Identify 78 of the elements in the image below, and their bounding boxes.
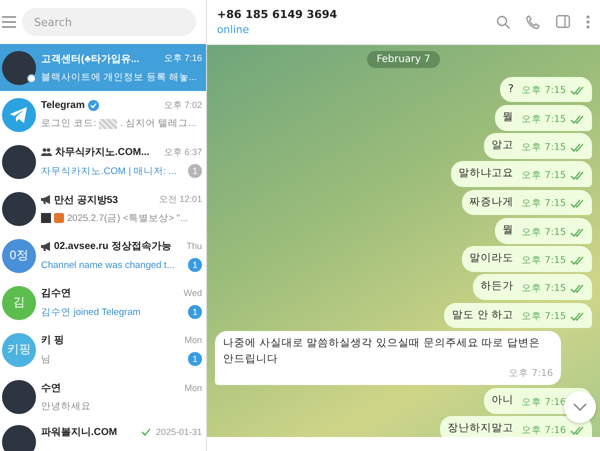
- chat-time: Thu: [186, 241, 202, 251]
- chat-time: 2025-01-31: [156, 427, 202, 437]
- message-text: 장난하지말고: [448, 421, 514, 436]
- chat-time: 오후 7:16: [164, 52, 202, 65]
- chat-title: 고객센터(♣타가입유...: [41, 52, 140, 66]
- chat-time: Mon: [184, 335, 202, 345]
- message-time: 오후 7:15: [522, 254, 566, 267]
- message-text: 뭘: [502, 222, 514, 238]
- chat-status: online: [217, 24, 250, 36]
- message-text: 하든가: [480, 279, 514, 294]
- search-field[interactable]: Search: [22, 8, 196, 36]
- chat-title: 키 핑: [41, 334, 64, 347]
- gift-icon: [54, 213, 64, 223]
- phone-icon[interactable]: [526, 15, 540, 29]
- message-text: 뭘: [502, 110, 514, 125]
- chat-title: 김수연: [41, 287, 71, 300]
- avatar-photo: [2, 144, 36, 178]
- message-time: 오후 7:15: [522, 197, 566, 210]
- chevron-down-icon: [573, 403, 587, 411]
- search-icon[interactable]: [496, 15, 510, 29]
- avatar-initials: 0정: [2, 238, 36, 272]
- message-time: 오후 7:15: [522, 84, 566, 98]
- megaphone-icon: [41, 242, 51, 250]
- megaphone-icon: [41, 195, 51, 204]
- chat-name: +86 185 6149 3694: [217, 8, 338, 21]
- sidebar-toggle-icon[interactable]: [556, 15, 570, 28]
- message-text: 말하냐고요: [458, 166, 514, 182]
- menu-icon[interactable]: [2, 16, 16, 28]
- message-time: 오후 7:15: [522, 169, 566, 182]
- message-time: 오후 7:16: [508, 367, 553, 380]
- message-time: 오후 7:15: [522, 282, 566, 295]
- message-time: 오후 7:15: [522, 140, 566, 154]
- message-preview: Channel name was changed t...: [41, 260, 175, 270]
- unread-badge: 1: [188, 258, 202, 272]
- chat-time: Wed: [184, 288, 202, 298]
- message-time: 오후 7:16: [522, 396, 566, 408]
- message-text: 말이라도: [470, 251, 514, 266]
- message-preview: 블랙사이트에 개인정보 등록 해놓...: [41, 70, 197, 84]
- unread-badge: 1: [188, 164, 202, 178]
- unread-badge: 1: [188, 352, 202, 366]
- message-time: 오후 7:15: [522, 112, 566, 126]
- chat-title: 수연: [41, 382, 61, 394]
- message-text: 알고: [492, 138, 514, 153]
- chat-time: 오전 12:01: [158, 193, 202, 206]
- message-time: 오후 7:15: [522, 226, 566, 238]
- message-text: ?: [508, 82, 514, 96]
- chat-title: 02.avsee.ru 정상접속가능: [54, 240, 172, 253]
- message-preview: . 심지어 텔레그...: [120, 117, 196, 130]
- chat-time: 오후 6:37: [164, 146, 202, 158]
- message-text: 아니: [492, 392, 514, 408]
- message-text: 짜증나게: [470, 194, 514, 210]
- chat-time: 오후 7:02: [164, 99, 202, 112]
- message-text: 나중에 사실대로 말씀하실생각 있으실때 문의주세요 따로 답변은 안드립니다: [223, 336, 542, 366]
- avatar-photo: [2, 192, 36, 226]
- message-text: 말도 안 하고: [452, 308, 514, 322]
- message-preview: 로그인 코드:: [41, 117, 96, 130]
- message-preview: 님: [41, 352, 51, 366]
- avatar-photo: [2, 380, 36, 414]
- message-preview: 안녕하세요: [41, 400, 91, 412]
- message-preview: 자무식카지노.COM | 매니저: ...: [41, 164, 177, 178]
- message-time: 오후 7:16: [522, 424, 566, 437]
- more-icon[interactable]: [586, 15, 590, 29]
- paper-plane-icon: [2, 98, 36, 132]
- chat-title: 만선 공지방53: [54, 194, 118, 206]
- message-time: 오후 7:15: [522, 310, 566, 324]
- avatar-photo: [2, 50, 36, 84]
- avatar-initials: 키핑: [2, 332, 36, 366]
- chat-time: Mon: [184, 382, 202, 392]
- people-icon: [41, 148, 52, 156]
- avatar-initials: 김: [2, 286, 36, 320]
- avatar-photo: [2, 425, 36, 451]
- unread-badge: 1: [188, 305, 202, 319]
- chat-title: Telegram: [41, 100, 85, 111]
- message-preview: 김수연 joined Telegram: [41, 306, 141, 318]
- date-label: February 7: [366, 51, 440, 68]
- chat-title: 차무식카지노.COM...: [55, 146, 150, 159]
- message-preview: 2025.2.7(금) <특별보상> "...: [67, 212, 188, 224]
- chat-title: 파워볼지니.COM: [41, 426, 118, 439]
